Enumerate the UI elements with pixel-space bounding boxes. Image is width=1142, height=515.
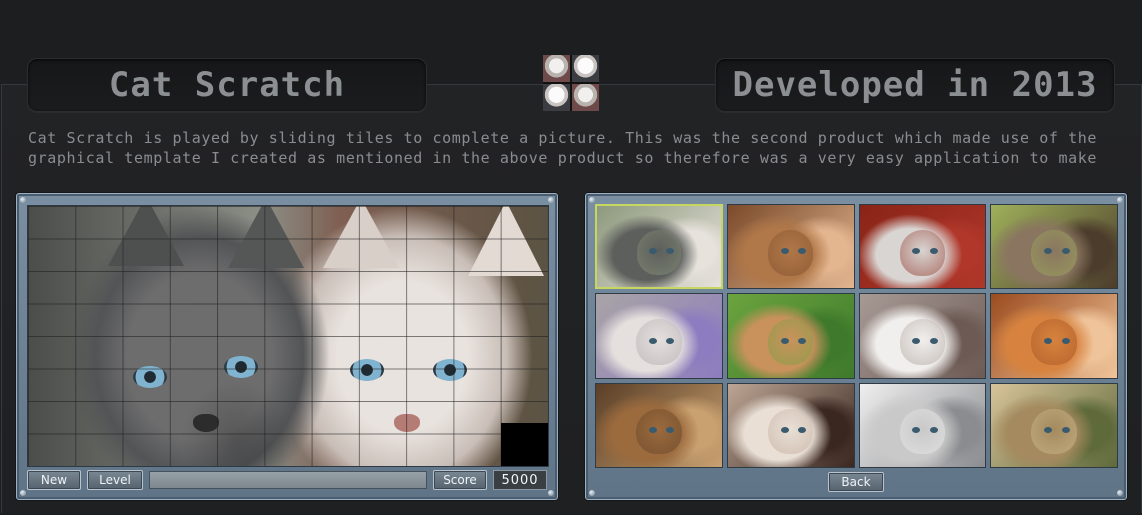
rivet-icon [1117, 197, 1123, 203]
empty-tile-slot [501, 423, 548, 466]
cat-eye [929, 426, 938, 433]
new-game-button[interactable]: New [27, 470, 81, 490]
thumbnail-tabby-face-green-eyes[interactable] [990, 204, 1118, 290]
cat-eye [648, 426, 657, 433]
cat-eye [798, 337, 807, 344]
cat-eye [929, 337, 938, 344]
thumbnail-kittens-in-basket[interactable] [726, 204, 855, 290]
cat-figure [767, 319, 814, 366]
rivet-icon [589, 197, 595, 203]
app-title-text: Cat Scratch [108, 65, 346, 105]
cat-eye [780, 426, 789, 433]
cat-eye [1044, 426, 1053, 433]
app-title: Cat Scratch [27, 58, 427, 112]
cat-figure [636, 408, 682, 455]
cat-eye [1044, 337, 1053, 344]
thumbnail-grey-and-white-kittens[interactable] [595, 204, 723, 290]
cat-scratch-app-icon [543, 55, 599, 111]
developed-year-label: Developed in 2013 [715, 58, 1115, 112]
cat-figure [767, 229, 814, 276]
cat-eye [1061, 337, 1070, 344]
thumbnail-four-grey-kittens[interactable] [858, 382, 987, 468]
picture-thumbnail-grid [595, 204, 1118, 468]
thumbnail-two-white-kittens[interactable] [858, 293, 987, 379]
game-panel: New Level Score 5000 [16, 193, 558, 500]
product-description: Cat Scratch is played by sliding tiles t… [28, 129, 1098, 167]
thumbnail-tabby-cat-with-flowers[interactable] [990, 382, 1118, 468]
cat-eye [666, 337, 675, 344]
cat-figure [899, 319, 945, 366]
thumbnail-ginger-kitten-in-grass[interactable] [726, 293, 855, 379]
level-button[interactable]: Level [87, 470, 143, 490]
score-button[interactable]: Score [433, 470, 487, 490]
cat-figure [1031, 319, 1077, 366]
cat-eye [780, 337, 789, 344]
back-button[interactable]: Back [828, 472, 884, 492]
sliding-puzzle-board[interactable] [27, 205, 549, 467]
cat-figure [636, 230, 682, 276]
puzzle-tile-grid [28, 206, 548, 466]
rivet-icon [548, 197, 554, 203]
back-row: Back [586, 472, 1126, 492]
cat-eye [912, 337, 921, 344]
cat-figure [767, 408, 814, 455]
thumbnail-kittens-in-purple-basket[interactable] [595, 293, 723, 379]
developed-year-text: Developed in 2013 [732, 65, 1098, 105]
cat-figure [1031, 408, 1077, 455]
level-progress-track [149, 471, 427, 489]
game-control-bar: New Level Score 5000 [27, 470, 547, 490]
cat-figure [1031, 229, 1077, 276]
new-game-label: New [40, 473, 68, 487]
rivet-icon [20, 490, 26, 496]
picture-gallery-panel: Back [585, 193, 1127, 500]
score-value: 5000 [493, 470, 547, 490]
level-label: Level [99, 473, 131, 487]
thumbnail-persian-orange-cat[interactable] [990, 293, 1118, 379]
back-label: Back [841, 475, 871, 489]
thumbnail-siamese-cat-lying[interactable] [726, 382, 855, 468]
cat-eye [780, 248, 789, 255]
thumbnail-sleeping-tabby-kittens[interactable] [595, 382, 723, 468]
cat-figure [899, 408, 945, 455]
rivet-icon [548, 490, 554, 496]
cat-eye [1061, 426, 1070, 433]
cat-figure [636, 319, 682, 366]
score-label: Score [443, 473, 477, 487]
cat-eye [648, 337, 657, 344]
rivet-icon [20, 197, 26, 203]
thumbnail-siamese-kitten-on-red[interactable] [858, 204, 987, 290]
cat-figure [899, 229, 945, 276]
